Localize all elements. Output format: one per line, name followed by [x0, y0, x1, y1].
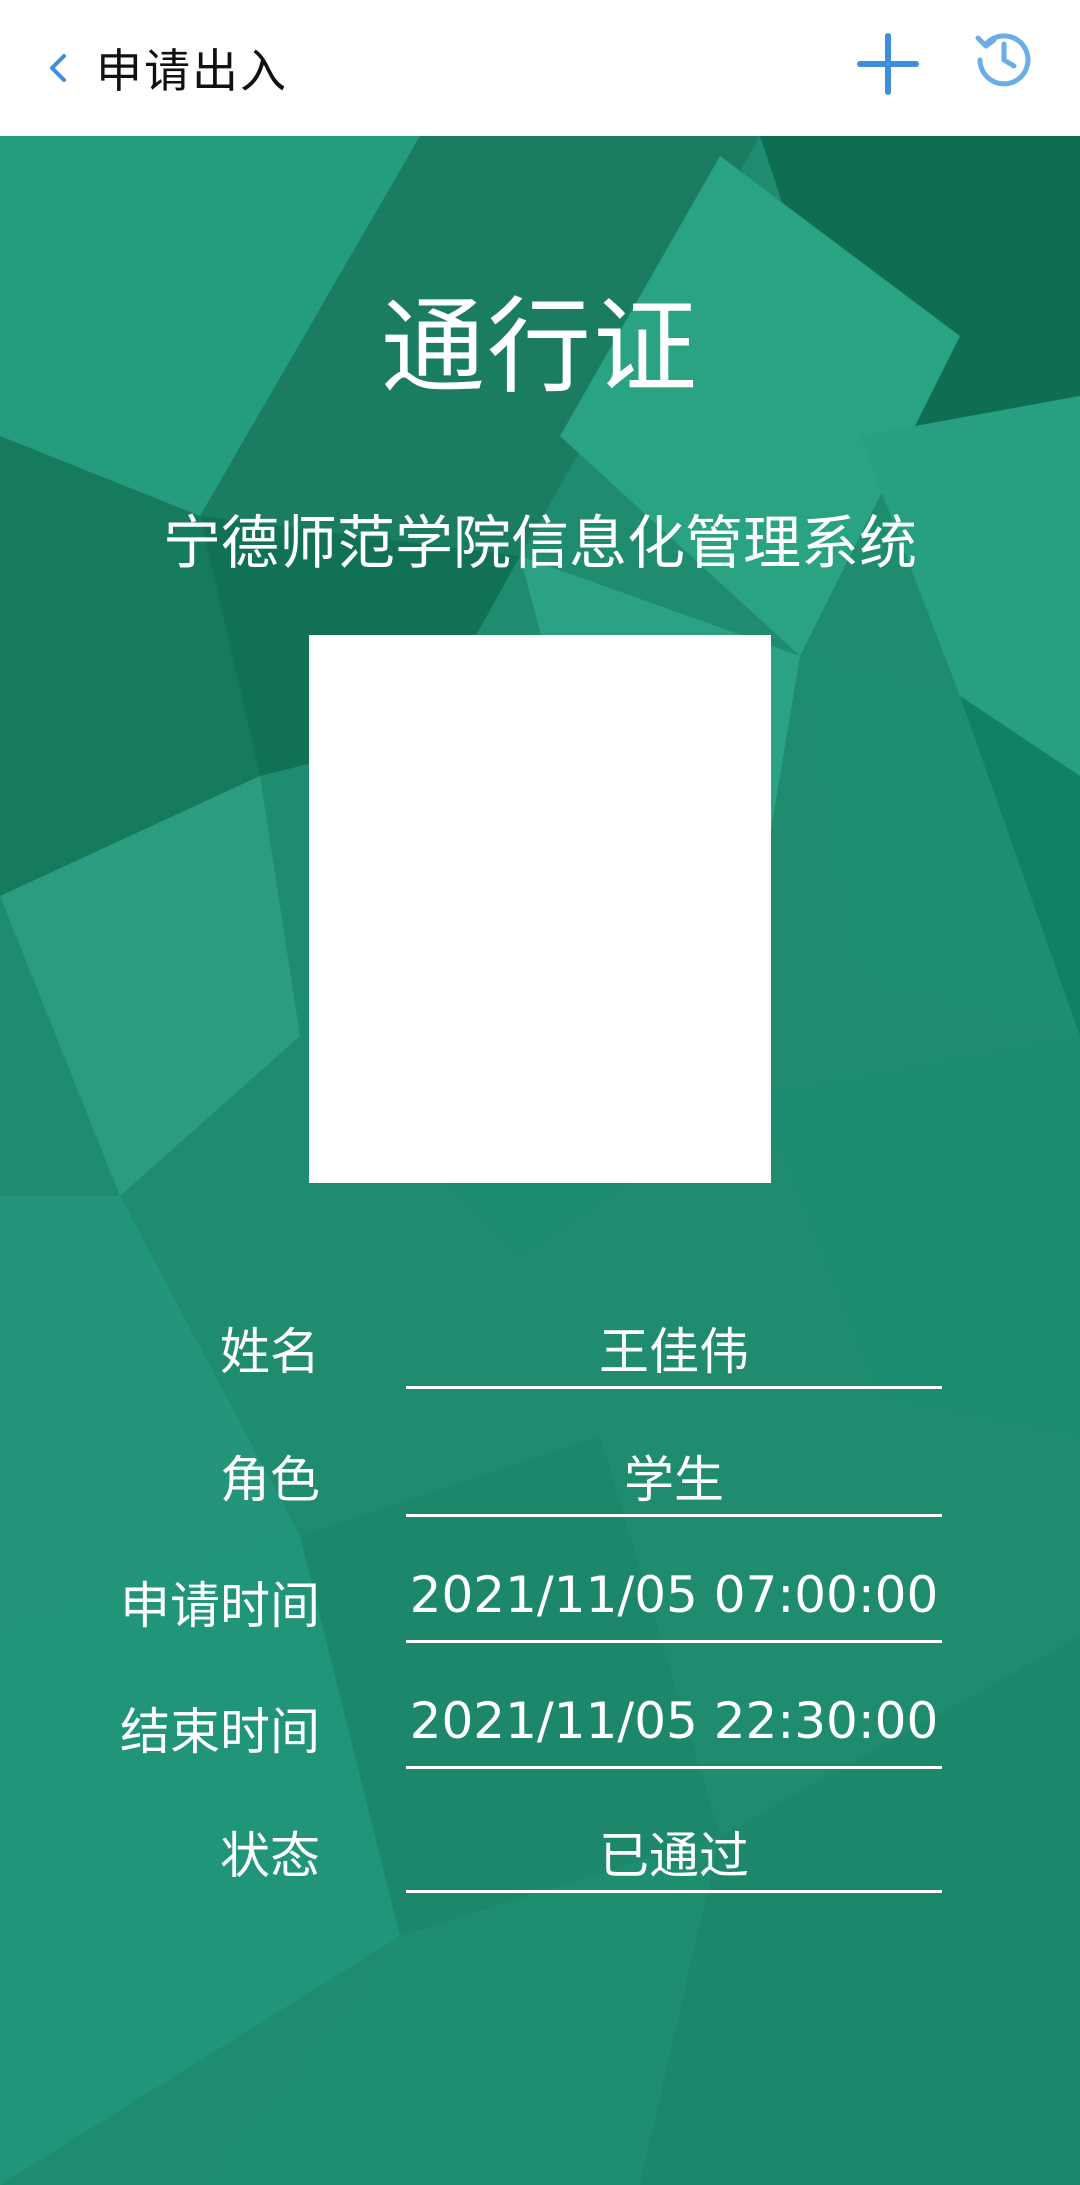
underline: [406, 1766, 942, 1769]
status-value: 已通过: [599, 1827, 749, 1885]
history-icon: [975, 33, 1031, 87]
top-bar: 申请出入: [0, 0, 1080, 136]
chevron-left-icon: [50, 54, 66, 82]
apply-time-value: 2021/11/05 07:00:00: [409, 1566, 939, 1624]
page-title: 申请出入: [96, 44, 288, 98]
underline: [406, 1890, 942, 1893]
status-label: 状态: [220, 1827, 320, 1885]
end-time-value: 2021/11/05 22:30:00: [409, 1692, 939, 1750]
info-row-role: 角色 学生: [0, 1410, 1080, 1530]
name-value: 王佳伟: [599, 1323, 749, 1381]
pass-card: 通行证 宁德师范学院信息化管理系统 姓名 王佳伟 角色 学生 申请时间 2021…: [0, 136, 1080, 2185]
info-row-apply-time: 申请时间 2021/11/05 07:00:00: [0, 1536, 1080, 1656]
system-name: 宁德师范学院信息化管理系统: [162, 509, 917, 577]
apply-time-label: 申请时间: [120, 1577, 320, 1635]
info-row-name: 姓名 王佳伟: [0, 1282, 1080, 1402]
end-time-label: 结束时间: [120, 1703, 320, 1761]
info-row-status: 状态 已通过: [0, 1786, 1080, 1906]
add-button[interactable]: [852, 28, 924, 100]
plus-icon: [857, 33, 919, 95]
back-button[interactable]: 申请出入: [40, 0, 288, 136]
underline: [406, 1514, 942, 1517]
role-value: 学生: [624, 1451, 724, 1509]
name-label: 姓名: [220, 1323, 320, 1381]
role-label: 角色: [220, 1451, 320, 1509]
history-button[interactable]: [972, 26, 1036, 90]
info-row-end-time: 结束时间 2021/11/05 22:30:00: [0, 1662, 1080, 1782]
underline: [406, 1640, 942, 1643]
id-photo: [309, 635, 771, 1183]
underline: [406, 1386, 942, 1389]
pass-title: 通行证: [380, 286, 699, 408]
pass-page: 申请出入 通行证 宁德师范学院信息化管理系统 姓名 王佳伟 角色 学生 申请时间…: [0, 0, 1080, 2185]
